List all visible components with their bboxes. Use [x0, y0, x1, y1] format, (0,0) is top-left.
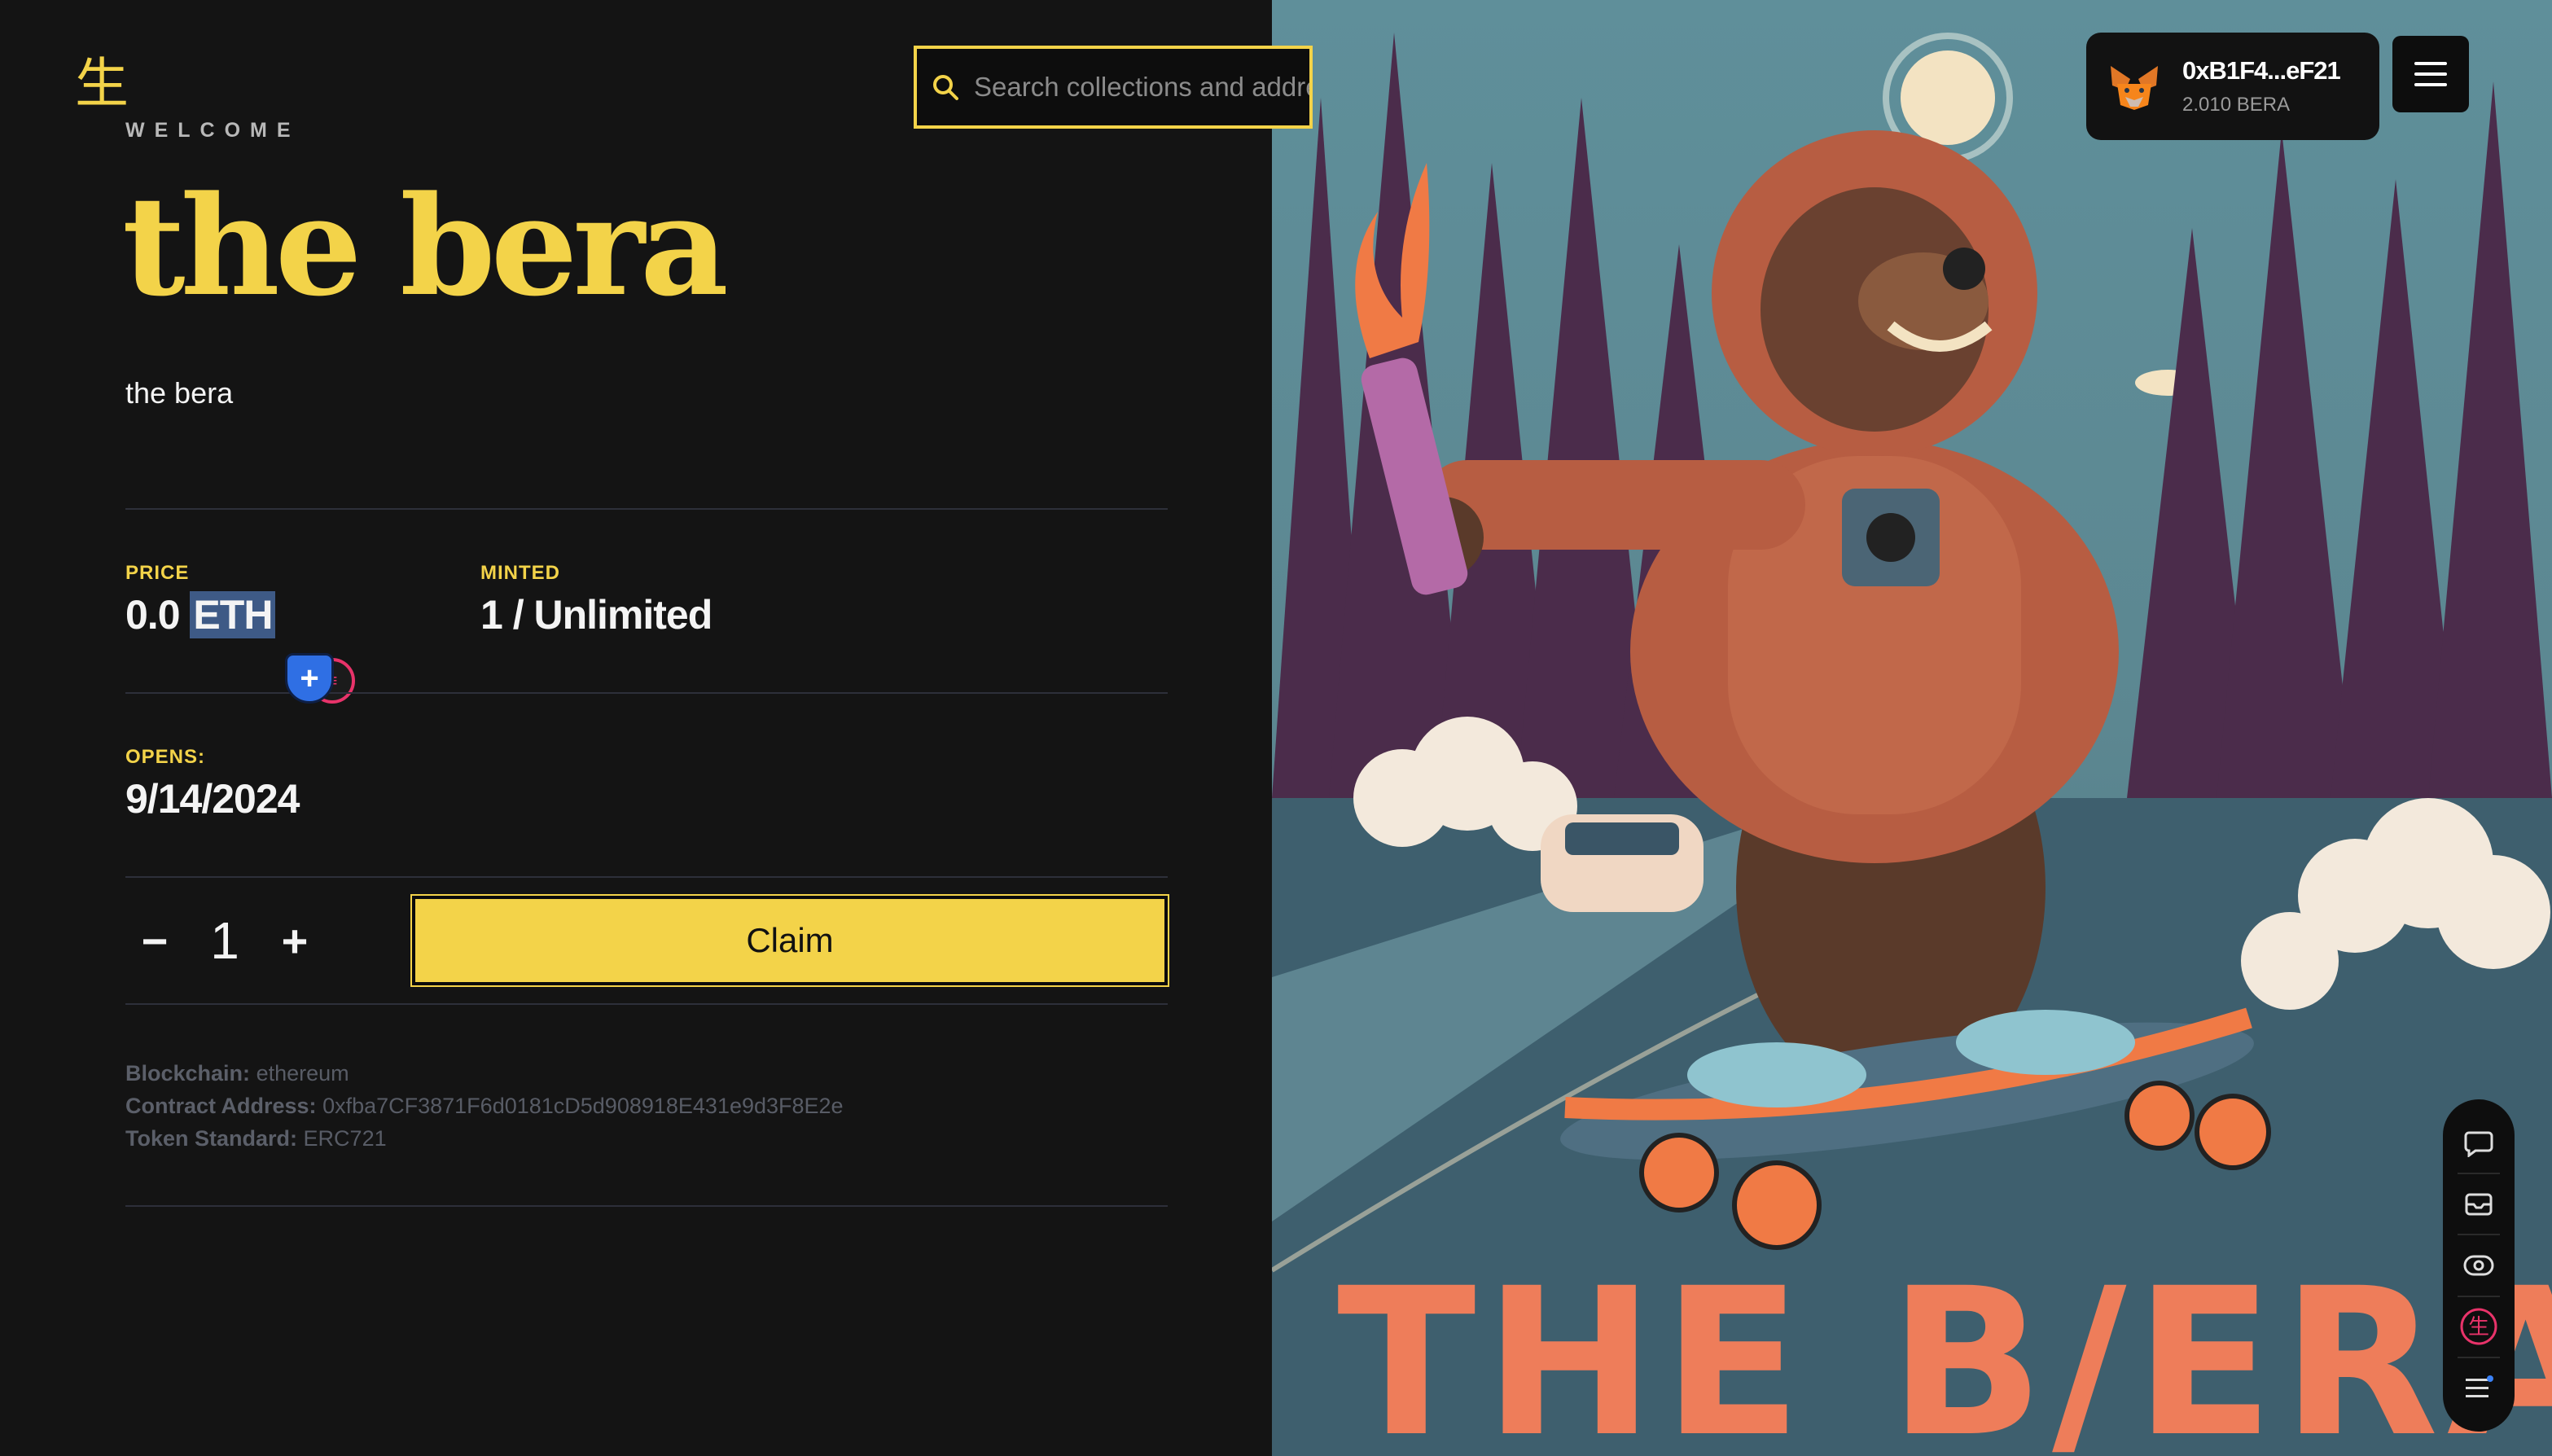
search-bar[interactable] [914, 46, 1313, 129]
contract-row: Contract Address: 0xfba7CF3871F6d0181cD5… [125, 1090, 844, 1122]
wallet-info: 0xB1F4...eF21 2.010 BERA [2182, 56, 2341, 116]
increment-button[interactable]: + [265, 914, 324, 967]
wallet-button[interactable]: 0xB1F4...eF21 2.010 BERA [2086, 33, 2379, 140]
artwork-caption: THE B/ERA [1337, 1244, 2552, 1456]
welcome-label: WELCOME [125, 119, 300, 142]
hamburger-icon [2414, 62, 2447, 86]
divider [125, 692, 1168, 694]
dock-divider [2458, 1295, 2500, 1297]
claim-button[interactable]: Claim [410, 894, 1169, 987]
decrement-button[interactable]: − [125, 914, 184, 967]
dock-divider [2458, 1172, 2500, 1174]
search-icon [917, 49, 974, 125]
collection-title: the bera [122, 165, 729, 327]
contract-address[interactable]: 0xfba7CF3871F6d0181cD5d908918E431e9d3F8E… [322, 1094, 844, 1118]
wallet-address: 0xB1F4...eF21 [2182, 56, 2341, 85]
collection-description: the bera [125, 376, 234, 410]
standard-value: ERC721 [303, 1126, 387, 1151]
wallet-balance: 2.010 BERA [2182, 94, 2291, 116]
contract-meta: Blockchain: ethereum Contract Address: 0… [125, 1057, 844, 1155]
divider [125, 1003, 1168, 1005]
standard-label: Token Standard: [125, 1126, 298, 1151]
menu-icon[interactable] [2454, 1364, 2503, 1413]
standard-row: Token Standard: ERC721 [125, 1122, 844, 1155]
add-shield-icon[interactable]: + [285, 653, 334, 704]
quantity-stepper: − 1 + [125, 896, 386, 985]
inbox-icon[interactable] [2454, 1180, 2503, 1229]
divider [125, 508, 1168, 510]
divider [125, 1205, 1168, 1207]
eye-icon[interactable] [2454, 1241, 2503, 1290]
chat-icon[interactable] [2454, 1118, 2503, 1167]
dock-divider [2458, 1234, 2500, 1236]
minted-label: MINTED [480, 562, 560, 584]
price-value: 0.0 ETH [125, 591, 276, 638]
side-dock: 生 [2443, 1099, 2515, 1432]
minted-value: 1 / Unlimited [480, 592, 713, 638]
main-menu-button[interactable] [2392, 36, 2469, 112]
quantity-value[interactable]: 1 [184, 910, 265, 971]
extension-badges[interactable]: + ≡ [285, 653, 360, 707]
svg-text:生: 生 [2468, 1315, 2489, 1340]
logo-icon[interactable]: 生 [2454, 1302, 2503, 1351]
price-label: PRICE [125, 562, 190, 584]
collection-panel: 生 WELCOME the bera the bera PRICE 0.0 ET… [0, 0, 1272, 1456]
metamask-fox-icon [2106, 58, 2163, 115]
search-input[interactable] [974, 72, 1309, 103]
price-amount: 0.0 [125, 592, 181, 638]
divider [125, 876, 1168, 878]
blockchain-row: Blockchain: ethereum [125, 1057, 844, 1090]
blockchain-label: Blockchain: [125, 1061, 251, 1085]
opens-value: 9/14/2024 [125, 776, 300, 822]
logo-icon[interactable]: 生 [75, 57, 129, 111]
opens-label: OPENS: [125, 746, 206, 768]
dock-divider [2458, 1356, 2500, 1358]
price-unit: ETH [190, 591, 276, 638]
artwork-image: THE B/ERA [1272, 0, 2552, 1456]
blockchain-value: ethereum [256, 1061, 349, 1085]
contract-label: Contract Address: [125, 1094, 317, 1118]
